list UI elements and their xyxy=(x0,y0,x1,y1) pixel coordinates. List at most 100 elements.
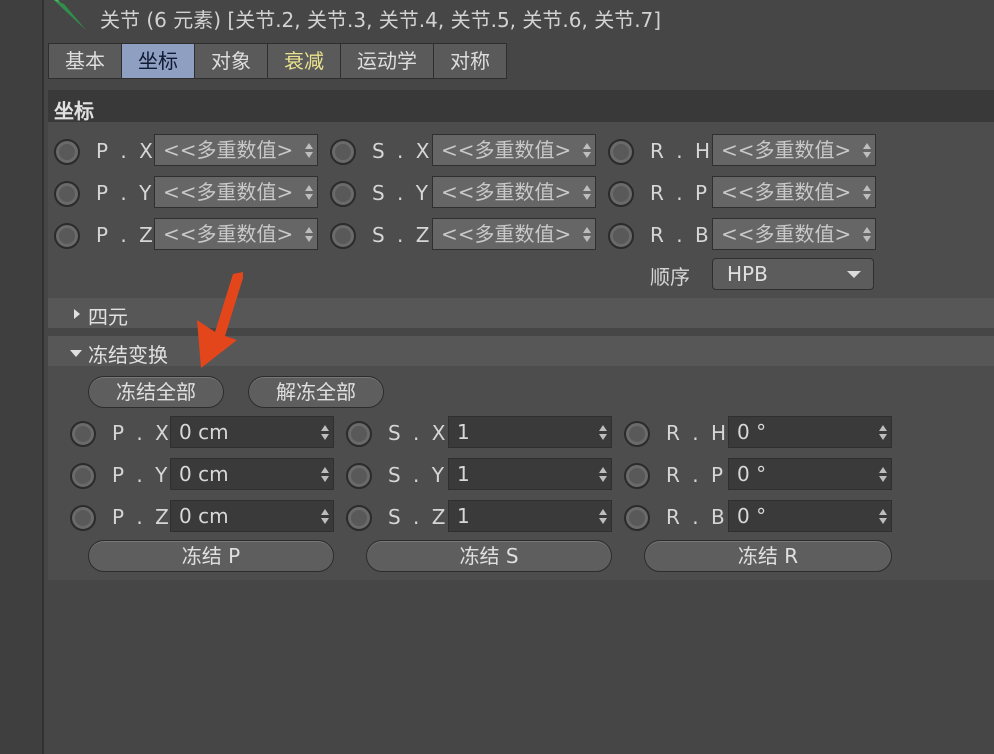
spinner-icon[interactable] xyxy=(304,183,314,203)
freeze-rot-h-input[interactable]: 0 ° xyxy=(728,416,892,448)
freeze-s-button[interactable]: 冻结 S xyxy=(366,540,612,572)
section-title-coords: 坐标 xyxy=(54,99,94,123)
object-title: 关节 (6 元素) [关节.2, 关节.3, 关节.4, 关节.5, 关节.6,… xyxy=(100,8,662,32)
freeze-pos-y-input[interactable]: 0 cm xyxy=(170,458,334,490)
field-value: 0 ° xyxy=(737,420,767,444)
spinner-icon[interactable] xyxy=(320,507,330,527)
spinner-icon[interactable] xyxy=(598,423,608,443)
keyframe-radio[interactable] xyxy=(70,463,96,489)
annotation-arrow-icon xyxy=(197,272,243,368)
freeze-rot-b-input[interactable]: 0 ° xyxy=(728,500,892,532)
rot-h-input[interactable]: <<多重数值> xyxy=(712,134,876,166)
keyframe-radio[interactable] xyxy=(608,223,634,249)
tab-symmetry[interactable]: 对称 xyxy=(433,43,507,79)
field-label: R . B xyxy=(650,223,712,247)
spinner-icon[interactable] xyxy=(320,423,330,443)
freeze-p-button[interactable]: 冻结 P xyxy=(88,540,334,572)
spinner-icon[interactable] xyxy=(582,141,592,161)
unfreeze-all-button[interactable]: 解冻全部 xyxy=(248,376,384,408)
pos-x-input[interactable]: <<多重数值> xyxy=(154,134,318,166)
freeze-pos-x-input[interactable]: 0 cm xyxy=(170,416,334,448)
spinner-icon[interactable] xyxy=(878,465,888,485)
freeze-r-button[interactable]: 冻结 R xyxy=(644,540,892,572)
rot-b-input[interactable]: <<多重数值> xyxy=(712,218,876,250)
spinner-icon[interactable] xyxy=(598,507,608,527)
freeze-rot-p-input[interactable]: 0 ° xyxy=(728,458,892,490)
field-label: S . Y xyxy=(372,181,431,205)
keyframe-radio[interactable] xyxy=(330,223,356,249)
chevron-down-icon xyxy=(847,271,861,278)
tab-falloff[interactable]: 衰减 xyxy=(267,43,340,79)
field-label: P . X xyxy=(112,421,172,445)
scale-y-input[interactable]: <<多重数值> xyxy=(432,176,596,208)
field-value: <<多重数值> xyxy=(441,138,572,162)
keyframe-radio[interactable] xyxy=(608,181,634,207)
keyframe-radio[interactable] xyxy=(330,181,356,207)
spinner-icon[interactable] xyxy=(304,141,314,161)
spinner-icon[interactable] xyxy=(862,225,872,245)
keyframe-radio[interactable] xyxy=(346,421,372,447)
freeze-scale-z-input[interactable]: 1 xyxy=(448,500,612,532)
field-value: <<多重数值> xyxy=(721,138,852,162)
spinner-icon[interactable] xyxy=(878,507,888,527)
select-value: HPB xyxy=(727,262,768,286)
rot-p-input[interactable]: <<多重数值> xyxy=(712,176,876,208)
keyframe-radio[interactable] xyxy=(624,463,650,489)
keyframe-radio[interactable] xyxy=(346,463,372,489)
keyframe-radio[interactable] xyxy=(346,505,372,531)
scale-x-input[interactable]: <<多重数值> xyxy=(432,134,596,166)
spinner-icon[interactable] xyxy=(304,225,314,245)
tab-coords[interactable]: 坐标 xyxy=(121,43,194,79)
spinner-icon[interactable] xyxy=(320,465,330,485)
keyframe-radio[interactable] xyxy=(624,421,650,447)
keyframe-radio[interactable] xyxy=(70,505,96,531)
field-label: S . Z xyxy=(388,505,449,529)
field-label: R . P xyxy=(650,181,711,205)
field-value: 0 cm xyxy=(179,420,229,444)
expand-triangle-icon[interactable] xyxy=(74,309,80,319)
field-label: S . Y xyxy=(388,463,447,487)
tab-basic[interactable]: 基本 xyxy=(48,43,121,79)
field-value: <<多重数值> xyxy=(441,222,572,246)
keyframe-radio[interactable] xyxy=(54,139,80,165)
freeze-pos-z-input[interactable]: 0 cm xyxy=(170,500,334,532)
keyframe-radio[interactable] xyxy=(70,421,96,447)
field-label: S . Z xyxy=(372,223,433,247)
field-label: P . Y xyxy=(96,181,155,205)
rotation-order-select[interactable]: HPB xyxy=(712,258,874,290)
spinner-icon[interactable] xyxy=(582,225,592,245)
joint-icon xyxy=(54,0,86,30)
field-label: R . H xyxy=(666,421,730,445)
spinner-icon[interactable] xyxy=(582,183,592,203)
field-value: 0 cm xyxy=(179,504,229,528)
field-value: <<多重数值> xyxy=(163,222,294,246)
spinner-icon[interactable] xyxy=(862,183,872,203)
freeze-scale-y-input[interactable]: 1 xyxy=(448,458,612,490)
keyframe-radio[interactable] xyxy=(330,139,356,165)
freeze-scale-x-input[interactable]: 1 xyxy=(448,416,612,448)
field-label: P . Y xyxy=(112,463,171,487)
keyframe-radio[interactable] xyxy=(54,181,80,207)
section-header-coords xyxy=(48,90,994,122)
field-label: R . P xyxy=(666,463,727,487)
pos-y-input[interactable]: <<多重数值> xyxy=(154,176,318,208)
freeze-all-button[interactable]: 冻结全部 xyxy=(88,376,224,408)
keyframe-radio[interactable] xyxy=(608,139,634,165)
field-value: 1 xyxy=(457,462,470,486)
keyframe-radio[interactable] xyxy=(54,223,80,249)
collapse-triangle-icon[interactable] xyxy=(70,350,82,357)
field-value: 1 xyxy=(457,504,470,528)
spinner-icon[interactable] xyxy=(598,465,608,485)
tab-kinematics[interactable]: 运动学 xyxy=(340,43,433,79)
spinner-icon[interactable] xyxy=(878,423,888,443)
tab-object[interactable]: 对象 xyxy=(194,43,267,79)
field-label: P . X xyxy=(96,139,156,163)
field-value: <<多重数值> xyxy=(721,180,852,204)
field-value: 0 ° xyxy=(737,504,767,528)
field-label: P . Z xyxy=(96,223,156,247)
spinner-icon[interactable] xyxy=(862,141,872,161)
group-label-freeze: 冻结变换 xyxy=(88,343,168,367)
pos-z-input[interactable]: <<多重数值> xyxy=(154,218,318,250)
keyframe-radio[interactable] xyxy=(624,505,650,531)
scale-z-input[interactable]: <<多重数值> xyxy=(432,218,596,250)
